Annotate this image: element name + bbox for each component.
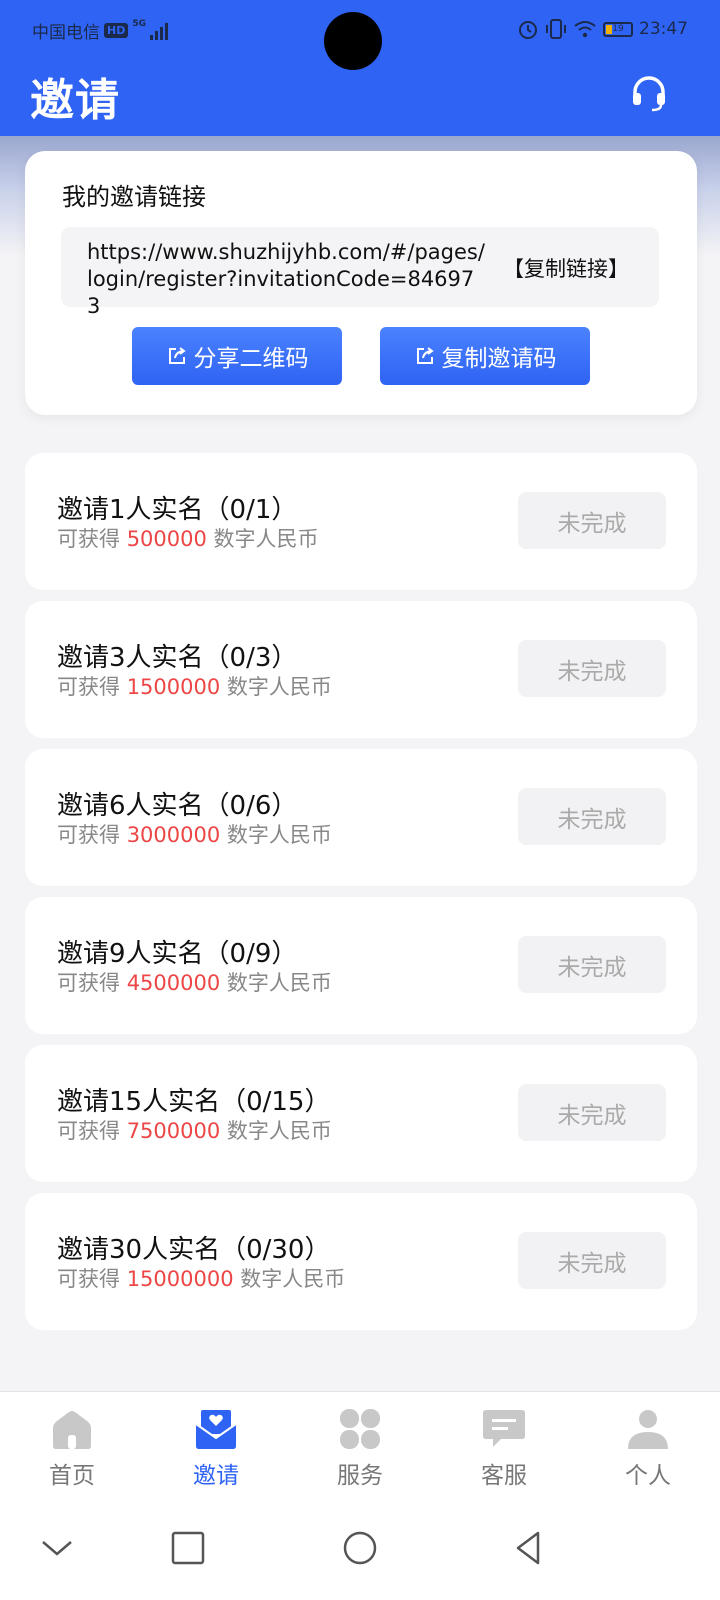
task-reward: 可获得 15000000 数字人民币 [57, 1263, 345, 1293]
status-indicators: 19 23:47 [517, 18, 688, 40]
chevron-down-icon[interactable] [35, 1526, 79, 1570]
tab-invite[interactable]: 邀请 [166, 1408, 266, 1490]
reward-prefix: 可获得 [57, 675, 120, 699]
task-status-button[interactable]: 未完成 [518, 788, 666, 845]
carrier-info: 中国电信 HD 5G [32, 18, 168, 43]
tab-label: 首页 [49, 1463, 95, 1489]
task-card: 邀请1人实名（0/1） 可获得 500000 数字人民币 未完成 [25, 453, 697, 590]
wifi-icon [574, 21, 596, 38]
task-card: 邀请6人实名（0/6） 可获得 3000000 数字人民币 未完成 [25, 749, 697, 886]
tab-label: 客服 [481, 1463, 527, 1489]
reward-suffix: 数字人民币 [226, 823, 332, 847]
invite-link-card: 我的邀请链接 https://www.shuzhijyhb.com/#/page… [25, 151, 697, 415]
headset-icon[interactable] [628, 72, 670, 114]
task-reward: 可获得 4500000 数字人民币 [57, 967, 332, 997]
copy-invite-code-label: 复制邀请码 [441, 346, 557, 372]
task-reward: 可获得 500000 数字人民币 [57, 523, 319, 553]
task-status-button[interactable]: 未完成 [518, 640, 666, 697]
reward-prefix: 可获得 [57, 527, 120, 551]
vibrate-icon [546, 19, 566, 39]
reward-suffix: 数字人民币 [226, 675, 332, 699]
page-title: 邀请 [30, 75, 120, 126]
task-title: 邀请30人实名（0/30） [57, 1235, 331, 1265]
tab-support[interactable]: 客服 [454, 1408, 554, 1490]
task-reward: 可获得 3000000 数字人民币 [57, 819, 332, 849]
network-type: 5G [132, 18, 146, 29]
reward-suffix: 数字人民币 [226, 971, 332, 995]
hd-badge: HD [104, 23, 129, 38]
signal-icon [150, 22, 168, 40]
task-card: 邀请9人实名（0/9） 可获得 4500000 数字人民币 未完成 [25, 897, 697, 1034]
reward-amount: 1500000 [126, 675, 221, 699]
invite-link-text: https://www.shuzhijyhb.com/#/pages/login… [87, 240, 485, 318]
reward-amount: 7500000 [126, 1119, 221, 1143]
task-status-button[interactable]: 未完成 [518, 492, 666, 549]
clock-time: 23:47 [639, 19, 688, 39]
front-camera [324, 12, 382, 70]
task-title: 邀请3人实名（0/3） [57, 643, 298, 673]
reward-amount: 15000000 [126, 1267, 234, 1291]
share-qr-label: 分享二维码 [193, 346, 309, 372]
chat-icon [483, 1410, 525, 1447]
task-title: 邀请15人实名（0/15） [57, 1087, 331, 1117]
tab-label: 个人 [625, 1463, 671, 1489]
share-qr-button[interactable]: 分享二维码 [132, 327, 342, 385]
system-nav-bar [0, 1496, 720, 1600]
copy-link-button[interactable]: 【复制链接】 [503, 253, 629, 283]
recents-square-icon[interactable] [166, 1526, 210, 1570]
reward-suffix: 数字人民币 [213, 527, 319, 551]
invite-link-box: https://www.shuzhijyhb.com/#/pages/login… [61, 227, 659, 318]
reward-prefix: 可获得 [57, 1267, 120, 1291]
reward-prefix: 可获得 [57, 971, 120, 995]
copy-invite-code-button[interactable]: 复制邀请码 [380, 327, 590, 385]
services-grid-icon [340, 1409, 380, 1449]
tab-profile[interactable]: 个人 [598, 1408, 698, 1490]
task-card: 邀请3人实名（0/3） 可获得 1500000 数字人民币 未完成 [25, 601, 697, 738]
reward-prefix: 可获得 [57, 1119, 120, 1143]
tab-home[interactable]: 首页 [22, 1408, 122, 1490]
tab-services[interactable]: 服务 [310, 1408, 410, 1490]
app-header: 邀请 [0, 62, 720, 136]
back-triangle-icon[interactable] [508, 1526, 552, 1570]
battery-icon: 19 [603, 21, 633, 37]
reward-amount: 500000 [126, 527, 207, 551]
reward-prefix: 可获得 [57, 823, 120, 847]
task-status-button[interactable]: 未完成 [518, 936, 666, 993]
home-icon [53, 1411, 91, 1449]
carrier-name: 中国电信 [32, 23, 100, 43]
reward-amount: 4500000 [126, 971, 221, 995]
task-status-button[interactable]: 未完成 [518, 1232, 666, 1289]
task-title: 邀请1人实名（0/1） [57, 495, 298, 525]
home-circle-icon[interactable] [338, 1526, 382, 1570]
tab-label: 邀请 [193, 1463, 239, 1489]
task-status-button[interactable]: 未完成 [518, 1084, 666, 1141]
invite-envelope-icon [195, 1410, 237, 1449]
share-icon [416, 347, 434, 364]
task-title: 邀请9人实名（0/9） [57, 939, 298, 969]
tab-label: 服务 [337, 1463, 383, 1489]
task-reward: 可获得 7500000 数字人民币 [57, 1115, 332, 1145]
share-icon [168, 347, 186, 364]
reward-suffix: 数字人民币 [240, 1267, 346, 1291]
task-reward: 可获得 1500000 数字人民币 [57, 671, 332, 701]
reward-suffix: 数字人民币 [226, 1119, 332, 1143]
reward-amount: 3000000 [126, 823, 221, 847]
task-title: 邀请6人实名（0/6） [57, 791, 298, 821]
person-icon [628, 1410, 668, 1449]
bottom-tab-bar: 首页 邀请 服务 客服 个人 [0, 1391, 720, 1496]
invite-card-title: 我的邀请链接 [62, 183, 206, 211]
task-card: 邀请30人实名（0/30） 可获得 15000000 数字人民币 未完成 [25, 1193, 697, 1330]
alarm-icon [519, 21, 537, 39]
task-card: 邀请15人实名（0/15） 可获得 7500000 数字人民币 未完成 [25, 1045, 697, 1182]
